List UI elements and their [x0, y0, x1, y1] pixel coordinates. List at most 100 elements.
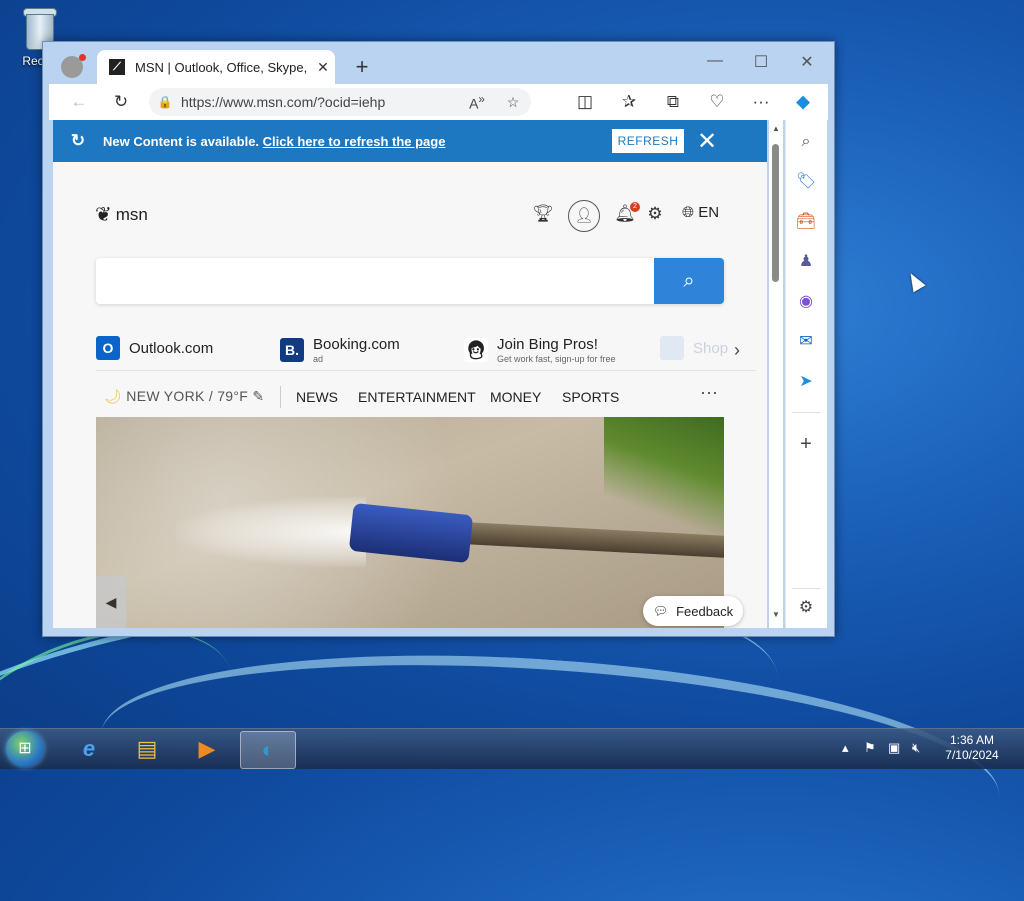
nav-news[interactable]: NEWS [296, 389, 338, 405]
sidebar-microsoft365-icon[interactable]: ◉ [794, 290, 818, 314]
feedback-button[interactable]: 💬︎ Feedback [643, 596, 743, 626]
start-button[interactable]: ⊞ [6, 731, 44, 767]
taskbar-ie-icon[interactable]: e [62, 731, 116, 767]
favorites-icon[interactable]: ✰ [617, 91, 641, 113]
quick-link-label: Booking.com [313, 336, 400, 353]
mouse-cursor-icon [904, 269, 926, 293]
sidebar-outlook-icon[interactable]: ✉ [794, 330, 818, 354]
close-window-button[interactable]: ✕ [787, 52, 827, 72]
profile-icon[interactable] [61, 54, 86, 78]
sidebar-games-icon[interactable]: ♟ [794, 250, 818, 274]
rewards-trophy-icon[interactable]: 🏆︎ [531, 204, 555, 224]
quick-link-booking[interactable]: B. Booking.com ad [280, 336, 400, 364]
web-page: ↻ New Content is available. Click here t… [53, 120, 767, 628]
refresh-icon[interactable]: ↻ [109, 91, 133, 113]
search-icon: ⌕ [683, 270, 695, 292]
quick-link-label: Outlook.com [129, 339, 214, 357]
edit-pencil-icon[interactable]: ✎ [252, 388, 264, 404]
quick-link-sub: Get work fast, sign-up for free [497, 354, 616, 364]
collections-icon[interactable]: ⧉ [661, 91, 685, 113]
tab-title: MSN | Outlook, Office, Skype, Bi [135, 59, 311, 75]
chevron-right-icon[interactable]: › [734, 340, 740, 361]
quick-link-bing-pros[interactable]: 👩︎ Join Bing Pros! Get work fast, sign-u… [464, 336, 616, 364]
nav-divider [280, 386, 281, 408]
banner-refresh-link[interactable]: Click here to refresh the page [263, 134, 446, 149]
hero-image[interactable]: ◀ [96, 417, 724, 628]
edge-sidebar: ⌕ 🏷︎ 🧰︎ ♟ ◉ ✉ ➤ + ⚙ [785, 120, 827, 628]
quick-link-shop[interactable]: Shop [660, 336, 728, 360]
msn-logo[interactable]: ❦ msn [95, 202, 148, 227]
refresh-banner: ↻ New Content is available. Click here t… [53, 120, 767, 162]
msn-favicon-icon: ⟋ [109, 59, 125, 75]
new-tab-button[interactable]: + [349, 54, 375, 80]
msn-butterfly-icon: ❦ [95, 204, 112, 226]
copilot-icon[interactable]: ◆ [791, 91, 815, 113]
taskbar-explorer-icon[interactable]: ▤ [120, 731, 174, 767]
nav-more-icon[interactable]: ··· [700, 382, 718, 403]
nav-money[interactable]: MONEY [490, 389, 541, 405]
page-scrollbar[interactable]: ▲ ▼ [769, 120, 783, 628]
address-url[interactable]: https://www.msn.com/?ocid=iehp [181, 94, 459, 110]
tray-flag-icon[interactable]: ⚑ [864, 740, 876, 756]
tab-msn[interactable]: ⟋ MSN | Outlook, Office, Skype, Bi ✕ [97, 50, 335, 84]
nav-entertainment[interactable]: ENTERTAINMENT [358, 389, 476, 405]
notification-badge: 2 [630, 202, 640, 212]
quick-link-outlook[interactable]: O Outlook.com [96, 336, 213, 360]
sidebar-send-icon[interactable]: ➤ [794, 370, 818, 394]
feedback-label: Feedback [676, 603, 734, 619]
tray-show-hidden-icon[interactable]: ▴ [842, 740, 849, 756]
quick-link-label: Shop [693, 339, 729, 357]
maximize-button[interactable]: ☐ [741, 52, 781, 72]
bing-pros-avatar-icon: 👩︎ [464, 338, 488, 362]
browser-essentials-icon[interactable]: ♡ [705, 91, 729, 113]
minimize-button[interactable]: — [695, 52, 735, 70]
lock-icon[interactable]: 🔒 [149, 95, 181, 109]
taskbar-clock[interactable]: 1:36 AM 7/10/2024 [932, 733, 1012, 763]
sidebar-settings-gear-icon[interactable]: ⚙ [794, 596, 818, 620]
feedback-icon: 💬︎ [652, 604, 669, 618]
sidebar-add-icon[interactable]: + [794, 432, 818, 456]
weather-location[interactable]: 🌙︎ NEW YORK / 79°F ✎ [104, 388, 264, 405]
globe-icon: 🌐︎ [682, 204, 695, 221]
taskbar: ⊞ e ▤ ▶ ◐ ▴ ⚑ ▣ 🔇︎ 1:36 AM 7/10/2024 [0, 728, 1024, 769]
favorite-star-icon[interactable]: ☆ [495, 94, 531, 111]
language-code: EN [698, 204, 720, 221]
quick-links: O Outlook.com B. Booking.com ad 👩︎ Join … [96, 326, 756, 371]
search-input[interactable] [106, 266, 640, 298]
shop-tag-icon [660, 336, 684, 360]
sidebar-tools-icon[interactable]: 🧰︎ [794, 210, 818, 234]
scroll-up-icon[interactable]: ▲ [769, 124, 783, 133]
msn-search-box: ⌕ [96, 258, 724, 304]
tray-network-icon[interactable]: ▣ [888, 740, 900, 756]
settings-gear-icon[interactable]: ⚙ [643, 204, 667, 224]
more-icon[interactable]: ··· [749, 91, 773, 113]
refresh-button[interactable]: REFRESH [612, 129, 684, 153]
language-selector[interactable]: 🌐︎ EN [682, 204, 719, 221]
taskbar-edge-icon[interactable]: ◐ [240, 731, 296, 769]
nav-sports[interactable]: SPORTS [562, 389, 619, 405]
tab-close-icon[interactable]: ✕ [311, 59, 335, 76]
windows-logo-icon: ⊞ [18, 740, 32, 757]
split-screen-icon[interactable]: ◫ [573, 91, 597, 113]
moon-icon: 🌙︎ [104, 388, 123, 404]
clock-time: 1:36 AM [949, 733, 995, 747]
sidebar-search-icon[interactable]: ⌕ [794, 130, 818, 154]
read-aloud-icon[interactable]: A» [459, 93, 495, 112]
address-bar[interactable]: 🔒 https://www.msn.com/?ocid=iehp A» ☆ [149, 88, 531, 116]
taskbar-media-player-icon[interactable]: ▶ [180, 731, 234, 767]
sidebar-shopping-icon[interactable]: 🏷︎ [794, 170, 818, 194]
tray-volume-muted-icon[interactable]: 🔇︎ [912, 740, 920, 756]
sign-in-avatar-icon[interactable]: 👤︎ [568, 200, 600, 232]
search-button[interactable]: ⌕ [654, 258, 724, 304]
carousel-prev-button[interactable]: ◀ [96, 576, 126, 628]
back-icon[interactable]: ← [67, 91, 91, 113]
quick-link-label: Join Bing Pros! [497, 336, 598, 353]
category-nav: 🌙︎ NEW YORK / 79°F ✎ NEWS ENTERTAINMENT … [96, 376, 756, 416]
banner-message: New Content is available. [103, 133, 260, 149]
banner-close-icon[interactable]: ✕ [697, 127, 717, 156]
scrollbar-thumb[interactable] [772, 144, 779, 282]
scroll-down-icon[interactable]: ▼ [769, 610, 783, 619]
msn-logo-text: msn [115, 204, 148, 224]
browser-window: ⟋ MSN | Outlook, Office, Skype, Bi ✕ + —… [42, 41, 835, 637]
outlook-icon: O [96, 336, 120, 360]
